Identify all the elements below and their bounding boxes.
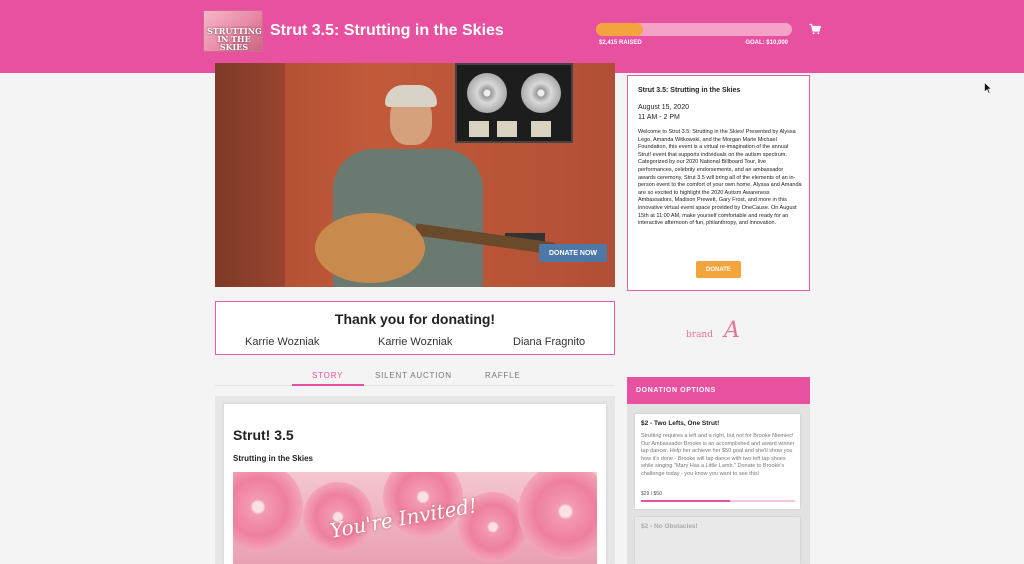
flower-decoration	[233, 472, 303, 552]
tab-raffle[interactable]: RAFFLE	[485, 371, 520, 380]
fundraising-progress-fill	[596, 23, 644, 36]
event-title: Strut 3.5: Strutting in the Skies	[270, 22, 504, 39]
donor-name: Karrie Wozniak	[378, 336, 453, 348]
thank-you-heading: Thank you for donating!	[334, 311, 496, 327]
story-subtitle: Strutting in the Skies	[233, 454, 314, 463]
video-guitar	[315, 213, 425, 283]
fundraising-progress-bar	[596, 23, 792, 36]
story-title: Strut! 3.5	[233, 427, 294, 443]
donor-name: Diana Fragnito	[513, 336, 586, 348]
tab-silent-auction[interactable]: SILENT AUCTION	[375, 371, 452, 380]
goal-label: GOAL: $10,000	[745, 40, 788, 46]
event-time: 11 AM - 2 PM	[638, 114, 680, 121]
sponsor-brand-logo[interactable]: brand A	[686, 318, 756, 350]
video-door	[215, 63, 285, 287]
video-plaque	[531, 121, 551, 137]
donation-option-card[interactable]: $2 - Two Lefts, One Strut! Strutting req…	[635, 414, 800, 509]
donation-option-progress-fill	[641, 500, 731, 502]
donation-option-description: Strutting requires a left and a right, b…	[641, 433, 795, 477]
donation-option-title: $2 - Two Lefts, One Strut!	[641, 420, 720, 427]
donate-now-button[interactable]: DONATE NOW	[539, 244, 607, 262]
event-date-time: August 15, 2020 11 AM - 2 PM	[638, 103, 689, 123]
video-record-disc	[521, 73, 561, 113]
brand-logo-text: brand	[686, 330, 713, 340]
donation-option-progress-label: $29 / $50	[641, 491, 662, 497]
event-date: August 15, 2020	[638, 104, 689, 111]
content-tabs: STORY SILENT AUCTION RAFFLE	[215, 366, 615, 386]
donation-options-panel: DONATION OPTIONS $2 - Two Lefts, One Str…	[627, 377, 810, 564]
event-info-card: Strut 3.5: Strutting in the Skies August…	[627, 75, 810, 291]
video-record-disc	[467, 73, 507, 113]
invitation-image: You're Invited!	[233, 472, 597, 564]
amount-raised-label: $2,415 RAISED	[599, 40, 642, 46]
cart-icon[interactable]	[809, 23, 821, 35]
video-record-frame	[455, 63, 573, 143]
brand-logo-mark: A	[724, 318, 740, 343]
active-tab-indicator	[292, 384, 364, 386]
event-description: Welcome to Strut 3.5: Strutting in the S…	[638, 129, 802, 227]
flower-decoration	[518, 472, 597, 559]
mouse-cursor-icon	[984, 82, 992, 94]
event-info-title: Strut 3.5: Strutting in the Skies	[638, 87, 741, 94]
donation-option-title: $2 - No Obstacles!	[641, 523, 698, 530]
donor-name: Karrie Wozniak	[245, 336, 320, 348]
donation-option-card[interactable]: $2 - No Obstacles!	[635, 517, 800, 564]
donate-button[interactable]: DONATE	[696, 261, 741, 278]
donation-options-heading: DONATION OPTIONS	[627, 377, 810, 404]
video-plaque	[469, 121, 489, 137]
video-person-cap	[385, 85, 437, 107]
tab-story[interactable]: STORY	[312, 371, 343, 380]
donation-option-progress-bar	[641, 500, 795, 502]
story-section: Strut! 3.5 Strutting in the Skies You're…	[215, 396, 615, 564]
event-logo-text: STRUTTING IN THE SKIES	[207, 26, 262, 52]
video-plaque	[497, 121, 517, 137]
story-card: Strut! 3.5 Strutting in the Skies You're…	[224, 404, 606, 564]
thank-you-panel: Thank you for donating! Karrie Wozniak K…	[215, 301, 615, 355]
event-logo-thumbnail[interactable]: STRUTTING IN THE SKIES	[203, 10, 263, 52]
